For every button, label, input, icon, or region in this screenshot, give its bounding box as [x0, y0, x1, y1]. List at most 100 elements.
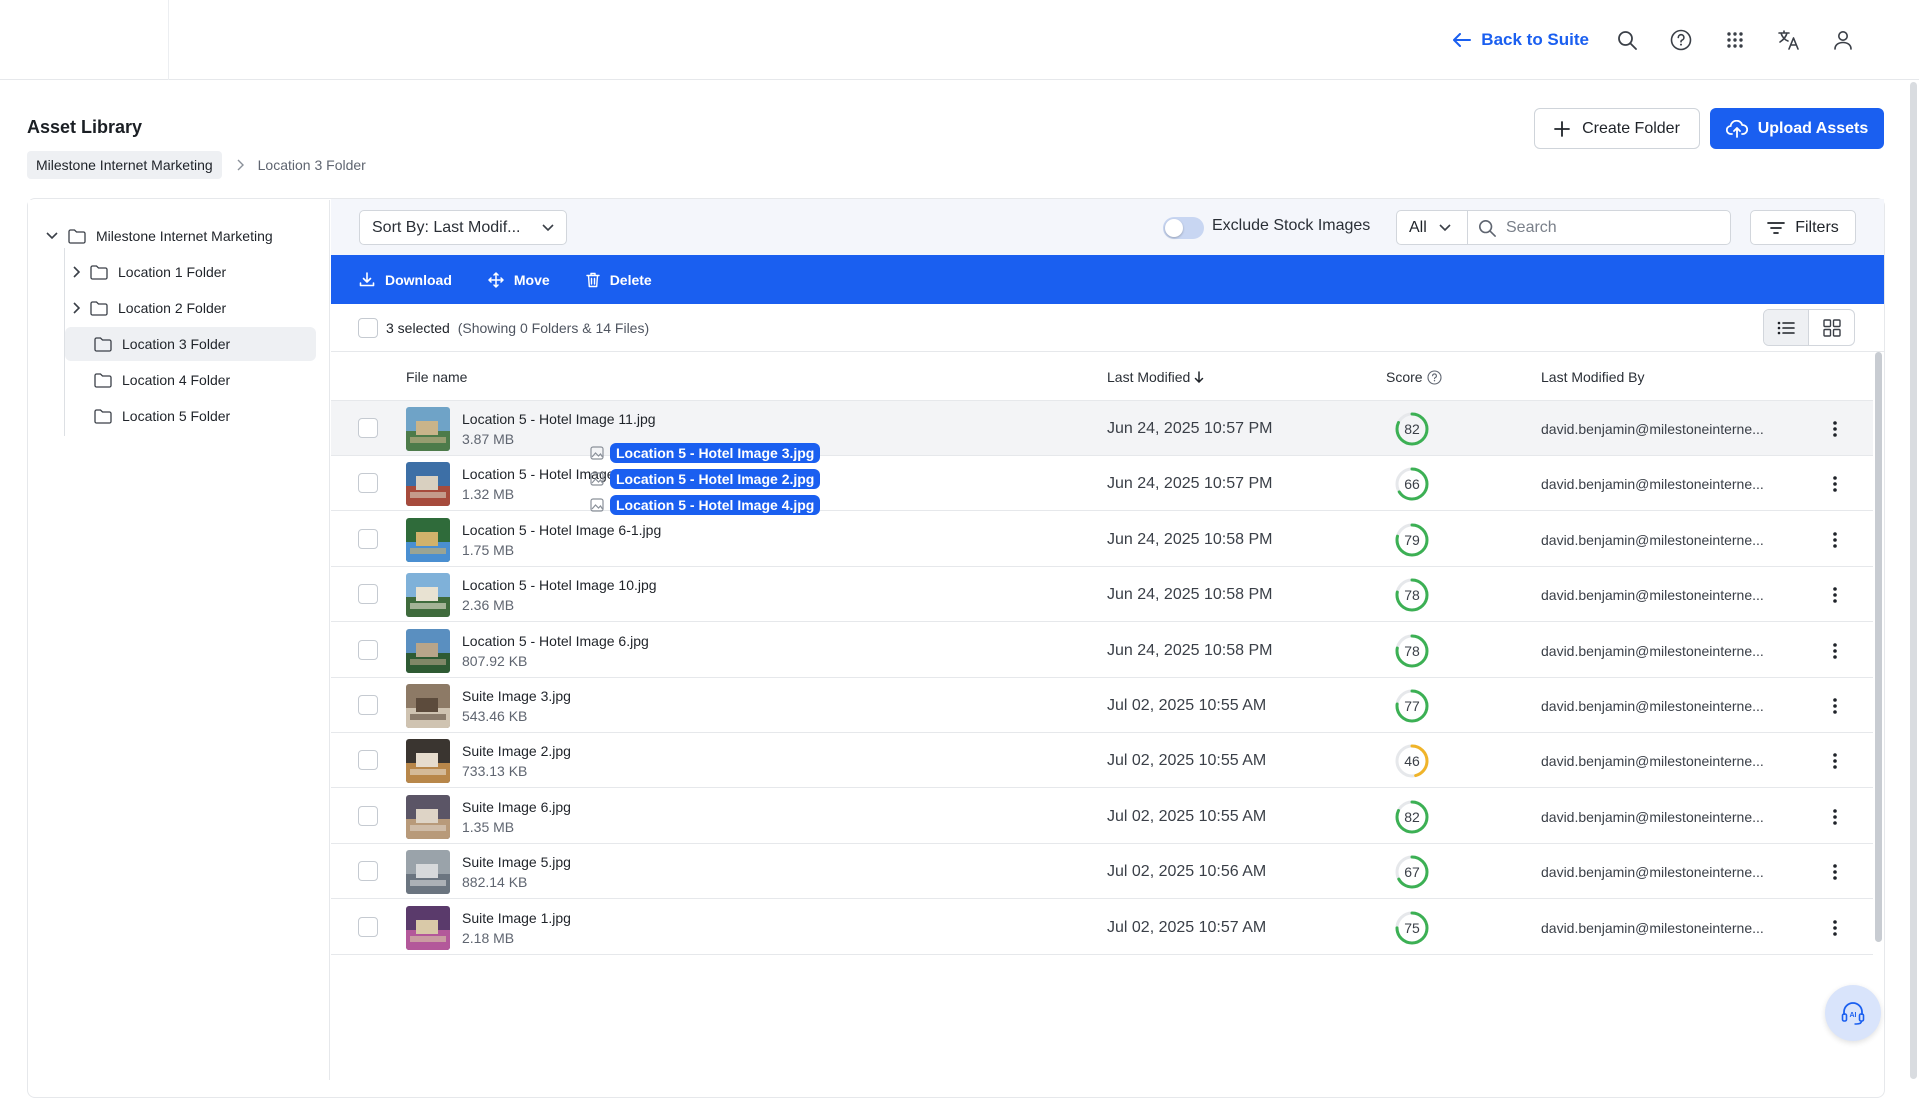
- row-checkbox[interactable]: [358, 805, 378, 826]
- file-name[interactable]: Location 5 - Hotel Image 6.jpg: [462, 633, 649, 649]
- translate-icon[interactable]: [1773, 24, 1805, 56]
- col-last-modified[interactable]: Last Modified: [1107, 369, 1204, 385]
- more-options-icon[interactable]: [1823, 583, 1847, 607]
- back-to-suite-link[interactable]: Back to Suite: [1453, 30, 1589, 50]
- row-checkbox[interactable]: [358, 418, 378, 438]
- svg-text:AI: AI: [1850, 1012, 1857, 1019]
- file-name[interactable]: Location 5 - Hotel Image 10.jpg: [462, 577, 657, 593]
- file-name[interactable]: Location 5 - Hotel Image 11.jpg: [462, 411, 656, 427]
- more-options-icon[interactable]: [1823, 694, 1847, 718]
- col-score[interactable]: Score: [1386, 369, 1442, 385]
- col-last-modified-by[interactable]: Last Modified By: [1541, 369, 1645, 385]
- table-row[interactable]: Suite Image 2.jpg 733.13 KB Jul 02, 2025…: [331, 733, 1873, 789]
- table-scrollbar[interactable]: [1875, 352, 1882, 942]
- file-name[interactable]: Suite Image 3.jpg: [462, 688, 571, 704]
- download-button[interactable]: Download: [359, 272, 452, 288]
- file-name[interactable]: Suite Image 1.jpg: [462, 910, 571, 926]
- headset-icon: AI: [1840, 1000, 1866, 1026]
- file-thumbnail[interactable]: [406, 407, 450, 451]
- list-view-button[interactable]: [1764, 310, 1810, 345]
- search-input[interactable]: [1506, 218, 1706, 237]
- file-thumbnail[interactable]: [406, 517, 450, 562]
- move-button[interactable]: Move: [488, 272, 550, 288]
- more-options-icon[interactable]: [1823, 417, 1847, 441]
- score-value: 82: [1404, 808, 1420, 825]
- more-options-icon[interactable]: [1823, 805, 1847, 829]
- tree-item-label: Location 4 Folder: [122, 372, 231, 388]
- table-row[interactable]: Suite Image 5.jpg 882.14 KB Jul 02, 2025…: [331, 844, 1873, 900]
- row-checkbox[interactable]: [358, 473, 378, 494]
- more-options-icon[interactable]: [1823, 916, 1847, 940]
- col-file-name[interactable]: File name: [406, 369, 467, 385]
- tree-item-location-4[interactable]: Location 4 Folder: [94, 363, 316, 397]
- table-row[interactable]: Suite Image 1.jpg 2.18 MB Jul 02, 2025 1…: [331, 899, 1873, 955]
- search-icon: [1478, 219, 1496, 237]
- apps-grid-icon[interactable]: [1719, 24, 1751, 56]
- table-row[interactable]: Location 5 - Hotel Image 10.jpg 2.36 MB …: [331, 567, 1873, 623]
- last-modified: Jun 24, 2025 10:57 PM: [1107, 420, 1273, 437]
- more-options-icon[interactable]: [1823, 528, 1847, 552]
- chevron-right-icon[interactable]: [72, 266, 80, 278]
- last-modified-by: david.benjamin@milestoneinterne...: [1541, 642, 1764, 659]
- score-value: 78: [1404, 642, 1420, 659]
- row-checkbox[interactable]: [358, 695, 378, 715]
- user-icon[interactable]: [1827, 24, 1859, 56]
- table-row[interactable]: Location 5 - Hotel Image 6.jpg 807.92 KB…: [331, 622, 1873, 678]
- file-thumbnail[interactable]: [406, 684, 450, 728]
- file-name[interactable]: Location 5 - Hotel Image 6-1.jpg: [462, 522, 661, 538]
- more-options-icon[interactable]: [1823, 749, 1847, 773]
- tree-root[interactable]: Milestone Internet Marketing: [46, 219, 273, 253]
- exclude-stock-toggle[interactable]: [1163, 217, 1204, 239]
- sort-select[interactable]: Sort By: Last Modif...: [359, 210, 567, 245]
- plus-icon: [1554, 120, 1570, 137]
- file-thumbnail[interactable]: [406, 794, 450, 839]
- create-folder-button[interactable]: Create Folder: [1534, 108, 1700, 149]
- file-name[interactable]: Suite Image 6.jpg: [462, 799, 571, 815]
- breadcrumb-root[interactable]: Milestone Internet Marketing: [27, 151, 222, 179]
- page-scrollbar[interactable]: [1910, 82, 1917, 1079]
- upload-assets-button[interactable]: Upload Assets: [1710, 108, 1884, 149]
- type-filter-select[interactable]: All: [1396, 210, 1467, 245]
- search-icon[interactable]: [1611, 24, 1643, 56]
- file-thumbnail[interactable]: [406, 850, 450, 895]
- exclude-stock-label: Exclude Stock Images: [1212, 217, 1371, 234]
- file-name[interactable]: Suite Image 5.jpg: [462, 854, 571, 870]
- tree-item-location-1[interactable]: Location 1 Folder: [70, 255, 316, 289]
- type-filter-value: All: [1409, 218, 1427, 236]
- filters-button[interactable]: Filters: [1750, 210, 1856, 245]
- file-thumbnail[interactable]: [406, 628, 450, 673]
- row-checkbox[interactable]: [358, 639, 378, 660]
- more-options-icon[interactable]: [1823, 472, 1847, 496]
- file-thumbnail[interactable]: [406, 905, 450, 950]
- table-row[interactable]: Location 5 - Hotel Image 3.jpg 1.32 MB J…: [331, 456, 1873, 512]
- file-thumbnail[interactable]: [406, 462, 450, 507]
- row-checkbox[interactable]: [358, 750, 378, 771]
- file-thumbnail[interactable]: [406, 573, 450, 618]
- table-row[interactable]: Suite Image 3.jpg 543.46 KB Jul 02, 2025…: [331, 678, 1873, 733]
- select-all-checkbox[interactable]: [358, 318, 378, 338]
- row-checkbox[interactable]: [358, 916, 378, 937]
- help-circle-icon[interactable]: [1427, 369, 1442, 385]
- file-thumbnail[interactable]: [406, 739, 450, 784]
- grid-view-button[interactable]: [1809, 310, 1854, 345]
- table-row[interactable]: Suite Image 6.jpg 1.35 MB Jul 02, 2025 1…: [331, 788, 1873, 844]
- support-chat-button[interactable]: AI: [1825, 985, 1881, 1041]
- tree-item-location-5[interactable]: Location 5 Folder: [94, 399, 316, 433]
- row-checkbox[interactable]: [358, 528, 378, 549]
- search-field[interactable]: [1467, 210, 1731, 245]
- more-options-icon[interactable]: [1823, 860, 1847, 884]
- row-checkbox[interactable]: [358, 861, 378, 882]
- last-modified-by: david.benjamin@milestoneinterne...: [1541, 531, 1764, 548]
- chevron-right-icon[interactable]: [72, 302, 80, 314]
- more-options-icon[interactable]: [1823, 639, 1847, 663]
- tree-item-location-3[interactable]: Location 3 Folder: [65, 327, 316, 361]
- table-row[interactable]: Location 5 - Hotel Image 6-1.jpg 1.75 MB…: [331, 511, 1873, 567]
- help-circle-icon[interactable]: [1665, 24, 1697, 56]
- tree-item-label: Location 1 Folder: [118, 264, 227, 280]
- table-row[interactable]: Location 5 - Hotel Image 11.jpg 3.87 MB …: [331, 401, 1873, 456]
- row-checkbox[interactable]: [358, 584, 378, 605]
- last-modified: Jun 24, 2025 10:57 PM: [1107, 475, 1273, 493]
- delete-button[interactable]: Delete: [585, 272, 652, 288]
- tree-item-location-2[interactable]: Location 2 Folder: [70, 291, 316, 325]
- file-name[interactable]: Suite Image 2.jpg: [462, 743, 571, 759]
